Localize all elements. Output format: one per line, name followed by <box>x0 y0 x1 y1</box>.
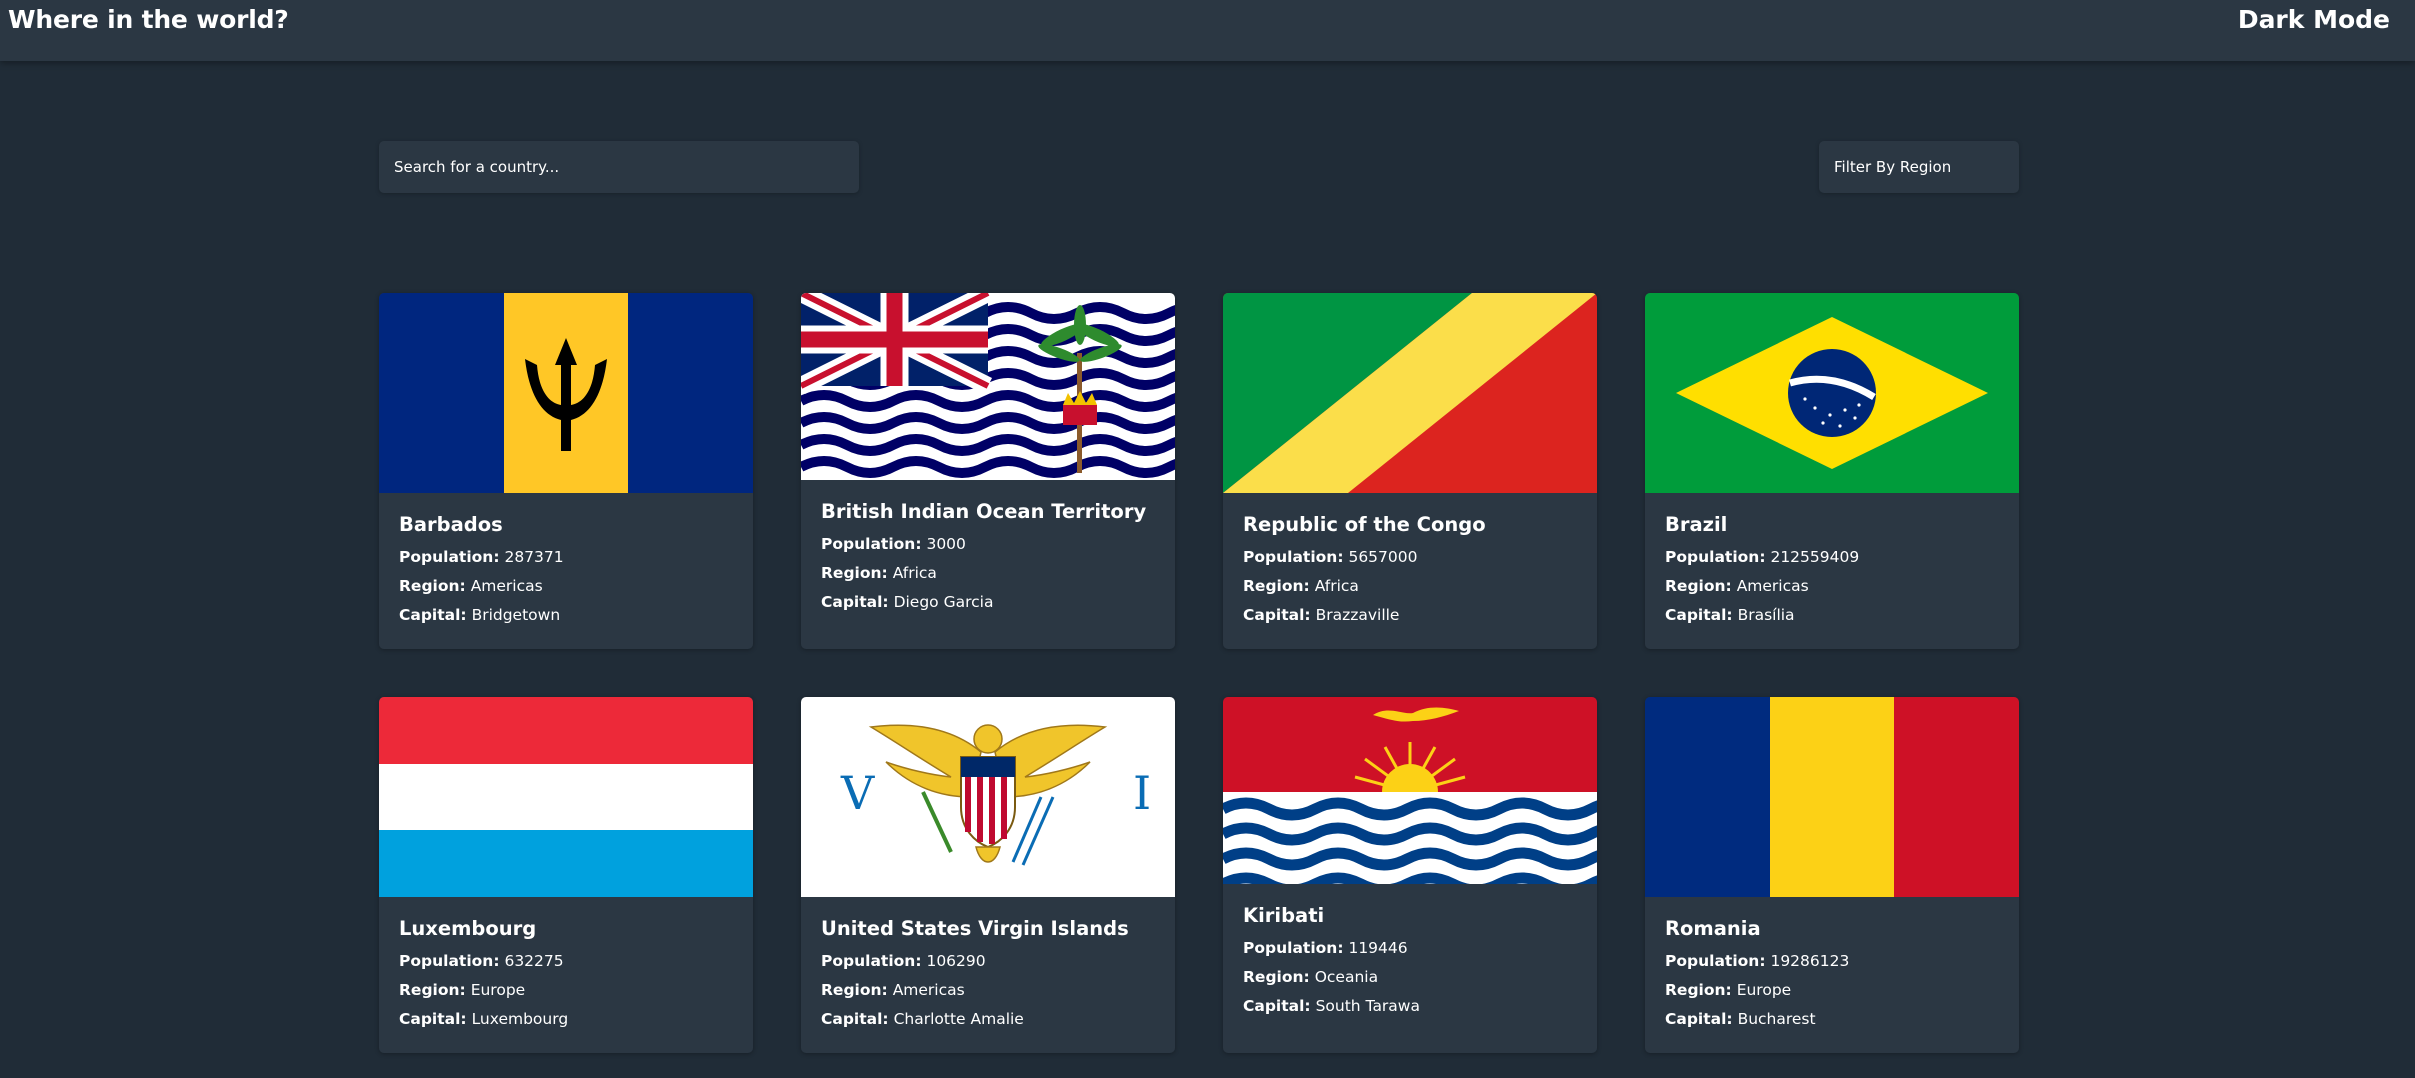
population-row: Population: 212559409 <box>1665 548 1860 566</box>
usvi-flag-icon: V I <box>801 697 1175 897</box>
capital-row: Capital: Brazzaville <box>1243 606 1400 624</box>
capital-row: Capital: Brasília <box>1665 606 1795 624</box>
country-name: Kiribati <box>1243 904 1325 927</box>
country-card-republic-of-the-congo[interactable]: Republic of the Congo Population: 565700… <box>1223 293 1597 649</box>
app-title: Where in the world? <box>8 5 289 34</box>
barbados-flag-icon <box>379 293 753 493</box>
romania-flag-icon <box>1645 697 2019 897</box>
capital-row: Capital: Bridgetown <box>399 606 561 624</box>
search-box[interactable] <box>379 141 859 193</box>
region-row: Region: Europe <box>399 981 526 999</box>
country-name: British Indian Ocean Territory <box>821 500 1147 523</box>
region-row: Region: Africa <box>821 564 937 582</box>
capital-row: Capital: South Tarawa <box>1243 997 1420 1015</box>
region-row: Region: Europe <box>1665 981 1792 999</box>
region-row: Region: Americas <box>1665 577 1809 595</box>
country-name: Republic of the Congo <box>1243 513 1486 536</box>
dark-mode-toggle[interactable]: Dark Mode <box>2238 5 2390 34</box>
capital-row: Capital: Bucharest <box>1665 1010 1816 1028</box>
country-name: Brazil <box>1665 513 1728 536</box>
capital-row: Capital: Diego Garcia <box>821 593 994 611</box>
region-filter-dropdown[interactable]: Filter By Region <box>1819 141 2019 193</box>
region-row: Region: Africa <box>1243 577 1359 595</box>
country-name: Luxembourg <box>399 917 537 940</box>
luxembourg-flag-icon <box>379 697 753 897</box>
search-input[interactable] <box>379 141 859 193</box>
country-name: Romania <box>1665 917 1761 940</box>
country-name: Barbados <box>399 513 503 536</box>
country-card-british-indian-ocean-territory[interactable]: British Indian Ocean Territory Populatio… <box>801 293 1175 649</box>
population-row: Population: 5657000 <box>1243 548 1418 566</box>
population-row: Population: 287371 <box>399 548 564 566</box>
population-row: Population: 3000 <box>821 535 966 553</box>
biot-flag-icon <box>801 293 1175 480</box>
brazil-flag-icon <box>1645 293 2019 493</box>
country-name: United States Virgin Islands <box>821 917 1129 940</box>
capital-row: Capital: Charlotte Amalie <box>821 1010 1024 1028</box>
capital-row: Capital: Luxembourg <box>399 1010 569 1028</box>
region-row: Region: Oceania <box>1243 968 1379 986</box>
region-row: Region: Americas <box>399 577 543 595</box>
country-card-romania[interactable]: Romania Population: 19286123 Region: Eur… <box>1645 697 2019 1053</box>
country-card-kiribati[interactable]: Kiribati Population: 119446 Region: Ocea… <box>1223 697 1597 1053</box>
kiribati-flag-icon <box>1223 697 1597 884</box>
svg-text:V: V <box>840 766 875 820</box>
country-card-brazil[interactable]: Brazil Population: 212559409 Region: Ame… <box>1645 293 2019 649</box>
population-row: Population: 106290 <box>821 952 986 970</box>
population-row: Population: 19286123 <box>1665 952 1850 970</box>
region-row: Region: Americas <box>821 981 965 999</box>
country-card-united-states-virgin-islands[interactable]: V I United States Virgin Islands Populat… <box>801 697 1175 1053</box>
country-card-luxembourg[interactable]: Luxembourg Population: 632275 Region: Eu… <box>379 697 753 1053</box>
app-header: Where in the world? Dark Mode <box>0 0 2415 61</box>
country-card-barbados[interactable]: Barbados Population: 287371 Region: Amer… <box>379 293 753 649</box>
congo-flag-icon <box>1223 293 1597 493</box>
population-row: Population: 632275 <box>399 952 564 970</box>
population-row: Population: 119446 <box>1243 939 1408 957</box>
svg-text:I: I <box>1133 766 1151 820</box>
